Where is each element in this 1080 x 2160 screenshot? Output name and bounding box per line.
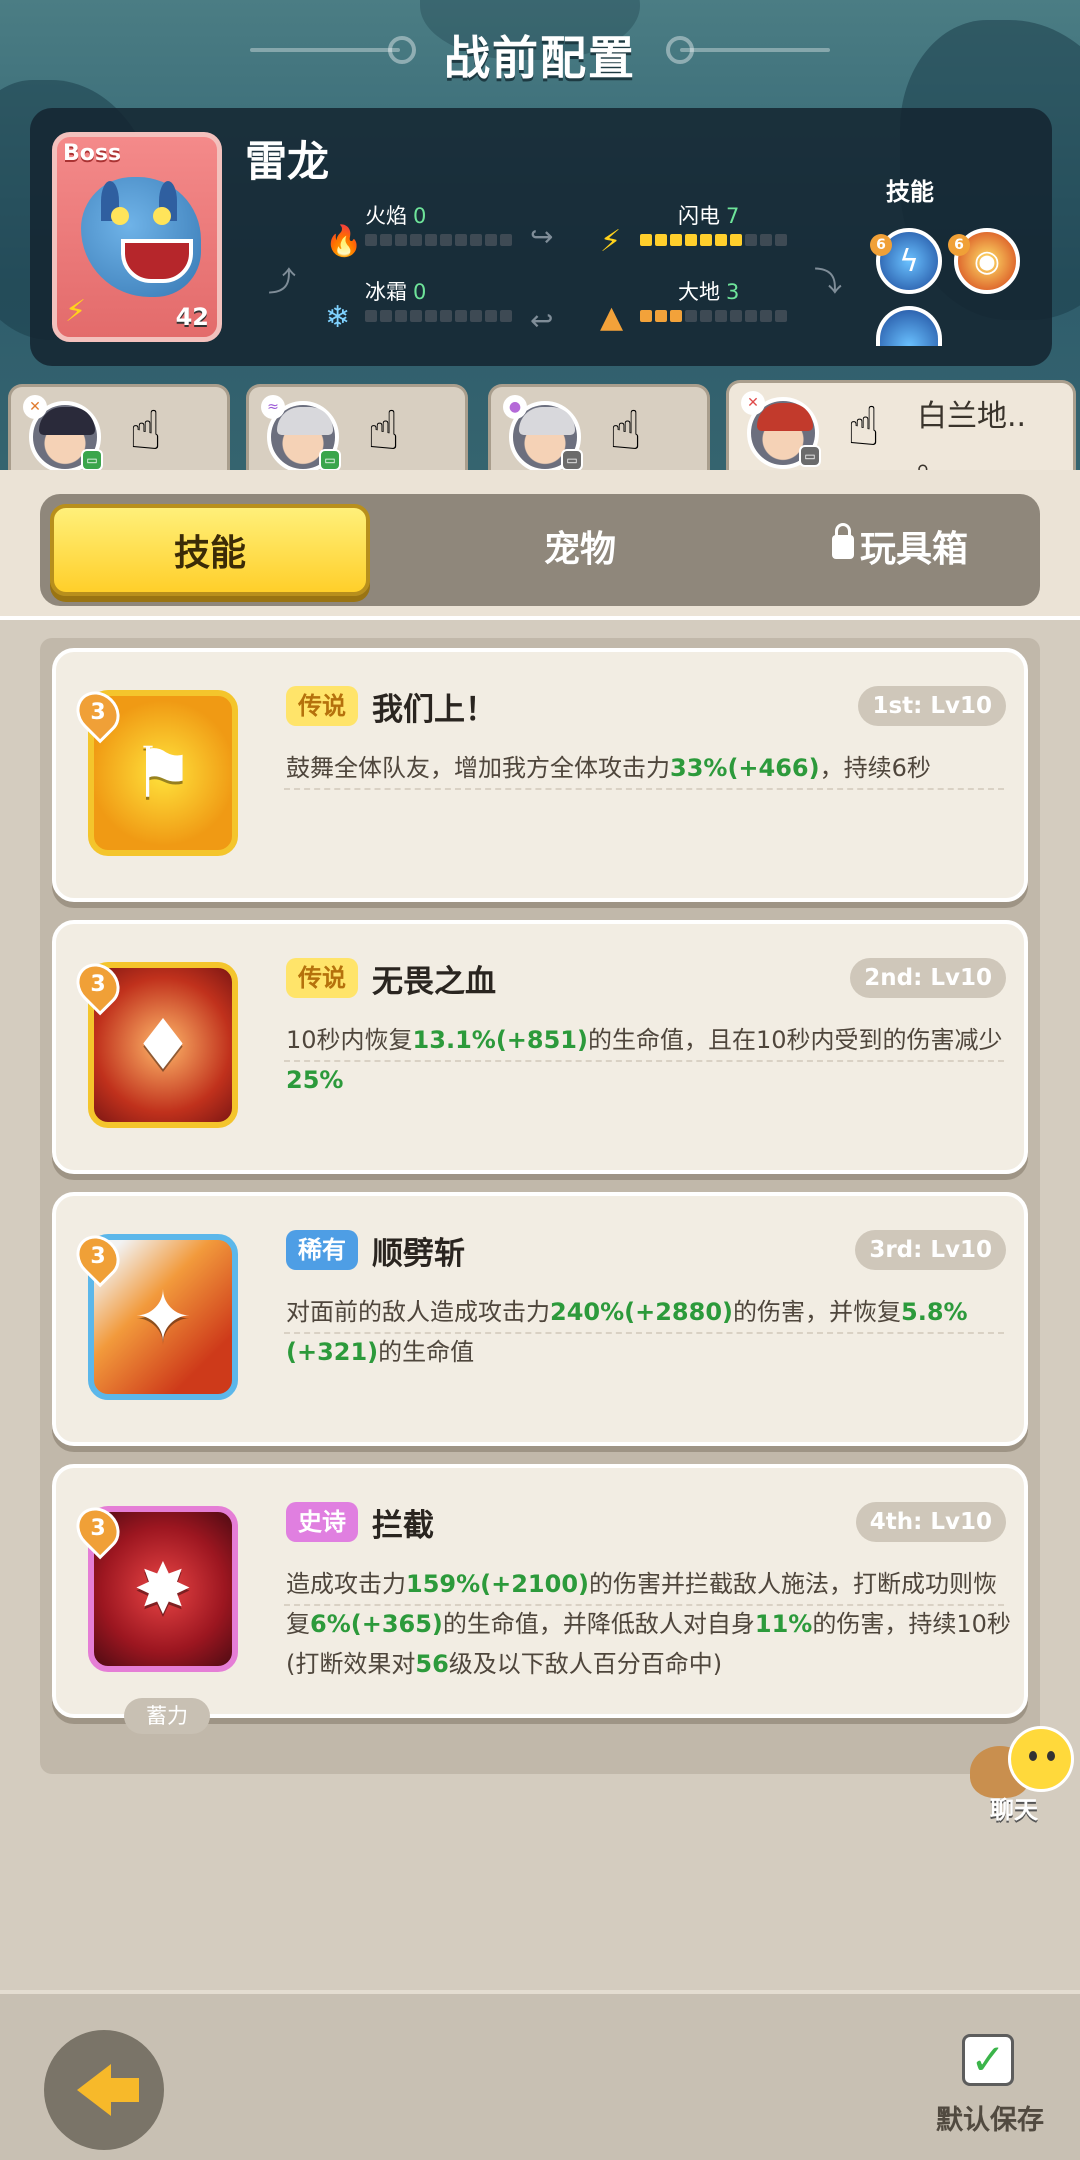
boss-portrait[interactable]: Boss ⚡ 42 [52, 132, 222, 342]
chat-label: 聊天 [990, 1796, 1038, 1824]
lightning-icon: ⚡ [65, 294, 87, 329]
tab-pets[interactable]: 宠物 [420, 504, 740, 596]
element-bar [365, 234, 512, 246]
element-bar [365, 310, 512, 322]
skill-name: 拦截 [372, 1508, 434, 1544]
default-save-label: 默认保存 [936, 2105, 1044, 2136]
element-value: 0 [413, 204, 427, 228]
rarity-badge: 传说 [286, 686, 358, 726]
fire-icon: ✕ [23, 395, 47, 419]
element-frost: ❄ 冰霜 0 [325, 276, 535, 346]
chat-button[interactable]: 聊天 [970, 1726, 1080, 1836]
cycle-arrow-icon: ↪ [530, 220, 554, 253]
skill-name: 顺劈斩 [372, 1236, 465, 1272]
tap-hand-icon: ☝ [609, 399, 642, 462]
skill-description: 10秒内恢复13.1%(+851)的生命值，且在10秒内受到的伤害减少25% [286, 1026, 1003, 1094]
rarity-badge: 稀有 [286, 1230, 358, 1270]
element-name: 火焰 [365, 204, 407, 228]
lightning-orb-icon[interactable]: 6ϟ [870, 228, 942, 294]
skill-name: 无畏之血 [372, 964, 496, 1000]
dragon-avatar [81, 177, 201, 297]
boss-tag: Boss [63, 141, 122, 166]
lightning-icon: ⚡ [600, 224, 622, 259]
main-panel: 技能 宠物 玩具箱 3 ⚑ 传说 我们上！ 1st: Lv10 鼓舞全体队友，增… [0, 470, 1080, 1990]
element-fire: 🔥 火焰 0 [325, 200, 535, 270]
skill-slot-level: 1st: Lv10 [858, 686, 1006, 726]
chat-face-icon [1008, 1726, 1074, 1792]
back-arrow-icon [77, 2064, 139, 2116]
tap-hand-icon: ☝ [129, 399, 162, 462]
hero-name: 白兰地.. [917, 399, 1027, 434]
skill-description: 对面前的敌人造成攻击力240%(+2880)的伤害，并恢复5.8%(+321)的… [286, 1298, 968, 1366]
boss-name: 雷龙 [245, 137, 330, 186]
element-lightning: ⚡ 闪电 7 [600, 200, 810, 270]
hero-tab[interactable]: ≈ ▭ ☝ [246, 384, 468, 470]
boss-skills-label: 技能 [886, 178, 934, 206]
skill-list: 3 ⚑ 传说 我们上！ 1st: Lv10 鼓舞全体队友，增加我方全体攻击力33… [40, 638, 1040, 1774]
snowflake-icon: ❄ [325, 300, 351, 335]
boss-level: 42 [175, 303, 209, 331]
element-bar [640, 234, 787, 246]
element-name: 冰霜 [365, 280, 407, 304]
tap-hand-icon: ☝ [847, 395, 880, 458]
lock-icon [831, 523, 854, 559]
element-name: 大地 [678, 280, 720, 304]
rarity-badge: 传说 [286, 958, 358, 998]
cycle-arrow-icon: ↩ [530, 304, 554, 337]
hero-tab-active[interactable]: ✕ ▭ ☝ 白兰地.. 。 [726, 380, 1076, 470]
skill-slot-level: 2nd: Lv10 [850, 958, 1006, 998]
fire-swirl-orb-icon[interactable]: 6 ◉ [948, 228, 1020, 294]
skill-slot-level: 4th: Lv10 [855, 1502, 1006, 1542]
fire-icon: 🔥 [325, 224, 363, 259]
element-value: 7 [726, 204, 740, 228]
element-value: 3 [726, 280, 740, 304]
tap-hand-icon: ☝ [367, 399, 400, 462]
orb-icon: ● [503, 395, 527, 419]
wind-icon: ≈ [261, 395, 285, 419]
skill-card[interactable]: 3 ✦ 稀有 顺劈斩 3rd: Lv10 对面前的敌人造成攻击力240%(+28… [52, 1192, 1028, 1446]
hero-status-badge: ▭ [561, 449, 583, 470]
bottom-bar: ✓ 默认保存 [0, 1990, 1080, 2160]
skill-description: 造成攻击力159%(+2100)的伤害并拦截敌人施法，打断成功则恢复6%(+36… [286, 1570, 1011, 1678]
tab-bar: 技能 宠物 玩具箱 [40, 494, 1040, 606]
element-earth: ▲ 大地 3 [600, 276, 810, 346]
tab-toybox-label: 玩具箱 [859, 529, 968, 570]
hero-tab[interactable]: ✕ ▭ ☝ [8, 384, 230, 470]
boss-info-panel: Boss ⚡ 42 雷龙 🔥 火焰 0 ⚡ 闪电 7 ❄ 冰霜 0 ▲ 大地 3… [30, 108, 1052, 366]
skill-card[interactable]: 3 ⚑ 传说 我们上！ 1st: Lv10 鼓舞全体队友，增加我方全体攻击力33… [52, 648, 1028, 902]
element-bar [640, 310, 787, 322]
earth-icon: ▲ [600, 300, 624, 335]
close-icon: ✕ [741, 391, 765, 415]
element-value: 0 [413, 280, 427, 304]
hero-status-badge: ▭ [81, 449, 103, 470]
lightning-orb-icon[interactable] [876, 306, 942, 346]
hero-status-badge: ▭ [319, 449, 341, 470]
hero-tab[interactable]: ● ▭ ☝ [488, 384, 710, 470]
rarity-badge: 史诗 [286, 1502, 358, 1542]
skill-name: 我们上！ [372, 692, 496, 728]
cycle-arrow-icon: ⤵ [814, 265, 843, 298]
skill-slot-level: 3rd: Lv10 [855, 1230, 1006, 1270]
cycle-arrow-icon: ⤴ [268, 265, 297, 298]
back-button[interactable] [44, 2030, 164, 2150]
skill-description: 鼓舞全体队友，增加我方全体攻击力33%(+466)，持续6秒 [286, 754, 931, 782]
default-save-checkbox[interactable]: ✓ [962, 2034, 1014, 2086]
page-title: 战前配置 [444, 31, 636, 85]
header-scene: 战前配置 Boss ⚡ 42 雷龙 🔥 火焰 0 ⚡ 闪电 7 ❄ 冰霜 0 ▲… [0, 0, 1080, 470]
tab-toybox[interactable]: 玩具箱 [740, 504, 1060, 596]
skill-card[interactable]: 3 ♦ 传说 无畏之血 2nd: Lv10 10秒内恢复13.1%(+851)的… [52, 920, 1028, 1174]
element-name: 闪电 [678, 204, 720, 228]
tab-skills[interactable]: 技能 [50, 504, 370, 596]
charge-tag: 蓄力 [124, 1698, 210, 1734]
skill-card[interactable]: 3 ✸ 蓄力 史诗 拦截 4th: Lv10 造成攻击力159%(+2100)的… [52, 1464, 1028, 1734]
hero-status-badge: ▭ [799, 445, 821, 467]
